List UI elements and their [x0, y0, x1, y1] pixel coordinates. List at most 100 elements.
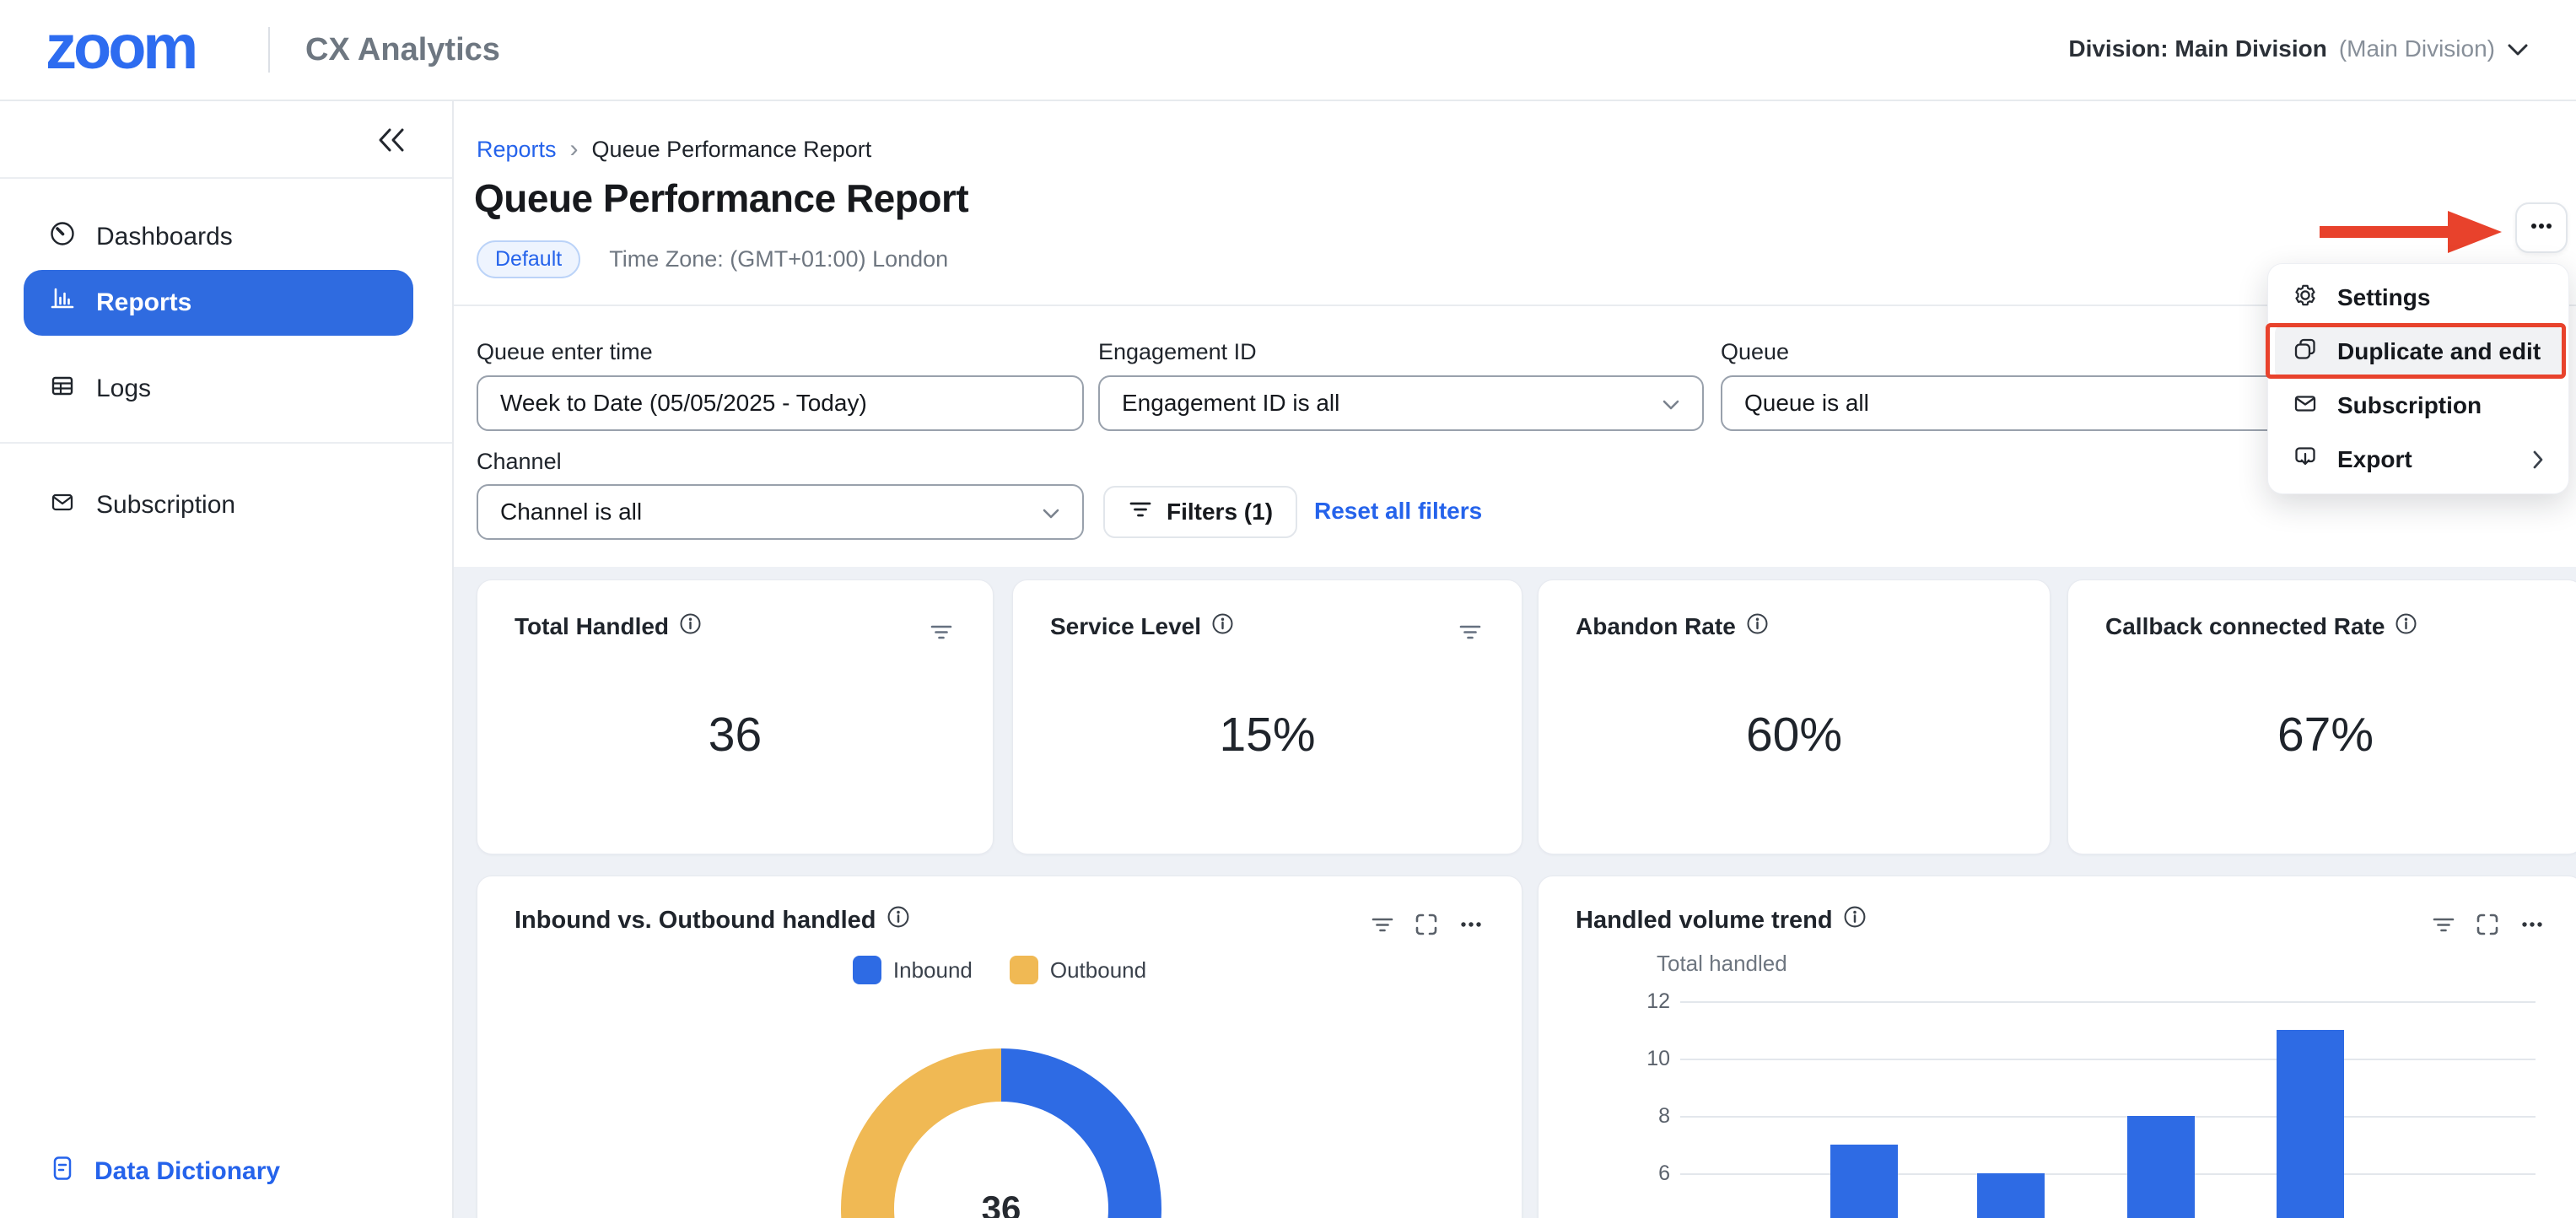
bar[interactable] [2277, 1030, 2344, 1218]
channel-label: Channel [477, 449, 562, 475]
double-chevron-left-icon [375, 126, 408, 159]
ellipsis-icon [2526, 213, 2557, 243]
menu-item-export[interactable]: Export [2275, 433, 2562, 487]
y-tick-label: 12 [1589, 988, 1670, 1015]
annotation-arrow [2320, 207, 2505, 262]
more-options-button[interactable] [2515, 202, 2568, 253]
legend-item-inbound[interactable]: Inbound [853, 956, 973, 984]
bar[interactable] [1830, 1145, 1898, 1218]
sidebar-item-reports[interactable]: Reports [24, 270, 413, 336]
sidebar-item-dashboards[interactable]: Dashboards [24, 209, 413, 265]
sidebar-item-label: Reports [96, 288, 191, 317]
gear-icon [2292, 282, 2319, 315]
chevron-down-icon [1042, 499, 1060, 525]
export-download-icon [2292, 444, 2319, 477]
reset-all-filters-link[interactable]: Reset all filters [1314, 498, 1482, 525]
sidebar-divider [0, 442, 452, 444]
donut-chart[interactable]: 36 [841, 1048, 1161, 1218]
engagement-id-label: Engagement ID [1098, 339, 1257, 365]
engagement-id-value: Engagement ID is all [1122, 390, 1339, 417]
page-title: Queue Performance Report [474, 175, 968, 221]
gridline [1680, 1116, 2536, 1118]
metric-value: 36 [477, 707, 993, 763]
dashboard-gauge-icon [49, 220, 76, 254]
metric-title: Total Handled [515, 613, 669, 640]
metric-value: 60% [1539, 707, 2050, 763]
envelope-icon [2292, 390, 2319, 423]
filters-button-label: Filters (1) [1167, 499, 1273, 525]
filter-icon[interactable] [2431, 912, 2456, 937]
chevron-right-icon [2531, 449, 2545, 471]
gridline [1680, 1059, 2536, 1060]
menu-item-label: Export [2337, 446, 2412, 473]
ellipsis-icon[interactable] [2519, 912, 2546, 937]
queue-enter-time-input[interactable]: Week to Date (05/05/2025 - Today) [477, 375, 1084, 431]
menu-item-label: Settings [2337, 284, 2430, 311]
sidebar-item-subscription[interactable]: Subscription [24, 477, 413, 533]
table-icon [49, 372, 76, 406]
donut-center-value: 36 [841, 1048, 1161, 1218]
division-label: Division: Main Division [2068, 35, 2326, 62]
queue-enter-time-label: Queue enter time [477, 339, 653, 365]
y-tick-label: 10 [1589, 1045, 1670, 1072]
y-tick-label: 8 [1589, 1102, 1670, 1129]
sidebar-item-logs[interactable]: Logs [24, 361, 413, 417]
sidebar: Dashboards Reports Logs Subscription [0, 100, 454, 1218]
division-selector[interactable]: Division: Main Division (Main Division) [2068, 35, 2529, 62]
sidebar-collapse-button[interactable] [368, 118, 415, 165]
chart-title: Handled volume trend [1576, 907, 1833, 935]
channel-select[interactable]: Channel is all [477, 484, 1084, 540]
metric-card-service-level: Service Level 15% [1012, 579, 1522, 854]
timezone-label: Time Zone: (GMT+01:00) London [609, 246, 948, 272]
menu-item-duplicate-and-edit[interactable]: Duplicate and edit [2275, 325, 2562, 379]
bar[interactable] [1977, 1173, 2045, 1218]
y-axis-title: Total handled [1657, 951, 1787, 977]
queue-select[interactable]: Queue is all [1721, 375, 2328, 431]
expand-icon[interactable] [2475, 912, 2500, 937]
queue-value: Queue is all [1744, 390, 1869, 417]
info-icon[interactable] [1843, 905, 1867, 935]
legend-label: Outbound [1050, 957, 1146, 984]
filter-icon[interactable] [1370, 912, 1395, 937]
sidebar-item-label: Dashboards [96, 223, 233, 251]
engagement-id-select[interactable]: Engagement ID is all [1098, 375, 1704, 431]
chevron-down-icon [1662, 390, 1680, 417]
info-icon[interactable] [1211, 612, 1234, 641]
metric-value: 15% [1013, 707, 1522, 763]
menu-item-label: Duplicate and edit [2337, 338, 2541, 365]
bar-chart-icon [49, 286, 76, 320]
menu-item-settings[interactable]: Settings [2275, 271, 2562, 325]
chevron-down-icon [2507, 35, 2529, 62]
default-badge: Default [477, 240, 580, 278]
menu-item-subscription[interactable]: Subscription [2275, 379, 2562, 433]
breadcrumb-reports-link[interactable]: Reports [477, 137, 557, 163]
sidebar-item-label: Logs [96, 375, 151, 403]
legend-item-outbound[interactable]: Outbound [1010, 956, 1146, 984]
metric-card-total-handled: Total Handled 36 [477, 579, 994, 854]
ellipsis-icon[interactable] [1458, 912, 1485, 937]
division-secondary-label: (Main Division) [2339, 35, 2495, 62]
filters-button[interactable]: Filters (1) [1103, 486, 1297, 538]
info-icon[interactable] [2395, 612, 2417, 641]
data-dictionary-label: Data Dictionary [94, 1157, 280, 1186]
data-dictionary-link[interactable]: Data Dictionary [24, 1145, 428, 1198]
context-menu: Settings Duplicate and edit Subscription… [2267, 263, 2569, 494]
info-icon[interactable] [679, 612, 702, 641]
info-icon[interactable] [1746, 612, 1769, 641]
chart-card-handled-volume-trend: Handled volume trend Total handled 12 10… [1538, 876, 2576, 1218]
y-tick-label: 6 [1589, 1160, 1670, 1187]
legend-swatch-inbound [853, 956, 881, 984]
section-divider [454, 304, 2576, 306]
chart-title: Inbound vs. Outbound handled [515, 907, 876, 935]
page-meta-row: Default Time Zone: (GMT+01:00) London [477, 240, 948, 278]
header-divider [268, 27, 270, 73]
duplicate-icon [2292, 336, 2319, 369]
filter-icon[interactable] [1458, 619, 1483, 649]
info-icon[interactable] [887, 905, 910, 935]
queue-enter-time-value: Week to Date (05/05/2025 - Today) [500, 390, 867, 417]
expand-icon[interactable] [1414, 912, 1439, 937]
bar[interactable] [2127, 1116, 2195, 1218]
metric-card-abandon-rate: Abandon Rate 60% [1538, 579, 2051, 854]
cx-analytics-app: zoom CX Analytics Division: Main Divisio… [0, 0, 2576, 1218]
filter-icon[interactable] [929, 619, 954, 649]
